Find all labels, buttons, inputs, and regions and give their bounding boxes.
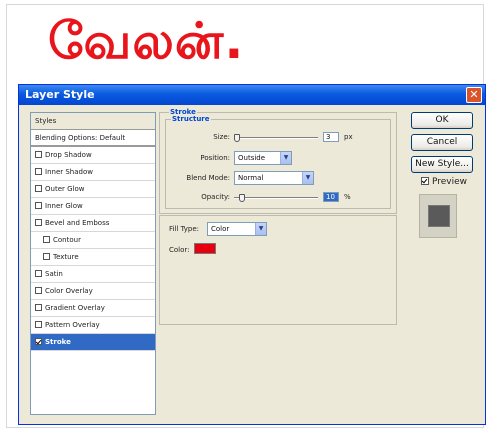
opacity-slider-track[interactable] — [234, 197, 318, 199]
cancel-button[interactable]: Cancel — [411, 134, 473, 151]
structure-group: Structure Size: 3 px Position: Outside ▼… — [165, 115, 391, 209]
color-swatch[interactable] — [194, 243, 216, 254]
fill-type-label: Fill Type: — [169, 225, 200, 233]
stroke-group: Stroke Structure Size: 3 px Position: Ou… — [159, 108, 397, 214]
style-item-label: Color Overlay — [45, 287, 93, 295]
style-checkbox[interactable] — [35, 218, 42, 226]
opacity-unit: % — [344, 193, 351, 201]
blend-mode-label: Blend Mode: — [186, 174, 230, 182]
close-icon: ✕ — [469, 88, 479, 101]
size-label: Size: — [213, 133, 230, 141]
style-item-label: Stroke — [45, 338, 71, 346]
preview-checkbox-box[interactable] — [421, 176, 429, 185]
close-button[interactable]: ✕ — [466, 87, 482, 103]
style-item-contour[interactable]: Contour — [31, 232, 155, 249]
structure-group-title: Structure — [171, 115, 211, 123]
style-item-styles[interactable]: Styles — [31, 113, 155, 130]
title-bar[interactable]: Layer Style ✕ — [19, 85, 485, 105]
style-checkbox[interactable] — [35, 303, 42, 311]
style-item-inner-shadow[interactable]: Inner Shadow — [31, 164, 155, 181]
style-item-pattern-overlay[interactable]: Pattern Overlay — [31, 317, 155, 334]
style-item-label: Contour — [53, 236, 81, 244]
opacity-slider-handle[interactable] — [239, 194, 246, 202]
style-item-label: Texture — [53, 253, 79, 261]
opacity-input[interactable]: 10 — [323, 192, 339, 202]
preview-checkbox[interactable]: Preview — [421, 176, 468, 187]
style-item-texture[interactable]: Texture — [31, 249, 155, 266]
style-item-drop-shadow[interactable]: Drop Shadow — [31, 147, 155, 164]
style-item-label: Gradient Overlay — [45, 304, 105, 312]
blend-mode-value: Normal — [238, 174, 264, 182]
style-item-label: Satin — [45, 270, 63, 278]
ok-button[interactable]: OK — [411, 112, 473, 129]
position-value: Outside — [238, 154, 266, 162]
style-item-label: Inner Glow — [45, 202, 83, 210]
style-item-satin[interactable]: Satin — [31, 266, 155, 283]
style-preview-swatch — [428, 205, 450, 227]
size-unit: px — [344, 133, 353, 141]
style-item-bevel-and-emboss[interactable]: Bevel and Emboss — [31, 215, 155, 232]
style-item-label: Inner Shadow — [45, 168, 93, 176]
style-checkbox[interactable] — [43, 235, 50, 243]
fill-group: Fill Type: Color ▼ Color: — [159, 215, 397, 325]
style-item-label: Drop Shadow — [45, 151, 92, 159]
size-input[interactable]: 3 — [323, 132, 339, 142]
style-item-label: Styles — [35, 117, 57, 125]
style-checkbox[interactable] — [35, 167, 42, 175]
position-label: Position: — [200, 154, 230, 162]
chevron-down-icon: ▼ — [280, 152, 291, 164]
style-checkbox[interactable] — [43, 252, 50, 260]
preview-label: Preview — [432, 177, 468, 187]
style-item-blending-options-default[interactable]: Blending Options: Default — [31, 130, 155, 147]
size-slider-handle[interactable] — [233, 134, 240, 142]
layer-style-dialog: Layer Style ✕ Styles Blending Options: De… — [18, 84, 486, 425]
style-checkbox[interactable] — [35, 320, 42, 328]
style-item-stroke[interactable]: Stroke — [31, 334, 155, 351]
style-checkbox[interactable] — [35, 337, 42, 345]
new-style-button[interactable]: New Style... — [411, 156, 473, 173]
style-item-label: Bevel and Emboss — [45, 219, 110, 227]
style-checkbox[interactable] — [35, 201, 42, 209]
style-checkbox[interactable] — [35, 286, 42, 294]
chevron-down-icon: ▼ — [302, 172, 313, 184]
style-item-label: Pattern Overlay — [45, 321, 100, 329]
opacity-label: Opacity: — [201, 193, 230, 201]
style-checkbox[interactable] — [35, 150, 42, 158]
chevron-down-icon: ▼ — [255, 223, 266, 235]
style-item-gradient-overlay[interactable]: Gradient Overlay — [31, 300, 155, 317]
headline-text: வேலன். — [48, 12, 245, 70]
blend-mode-dropdown[interactable]: Normal ▼ — [234, 171, 314, 185]
style-item-label: Blending Options: Default — [35, 134, 126, 142]
fill-type-value: Color — [211, 225, 230, 233]
style-checkbox[interactable] — [35, 184, 42, 192]
style-item-outer-glow[interactable]: Outer Glow — [31, 181, 155, 198]
style-preview — [419, 194, 457, 238]
position-dropdown[interactable]: Outside ▼ — [234, 151, 292, 165]
styles-list: Styles Blending Options: Default Drop Shad… — [30, 112, 156, 415]
style-item-label: Outer Glow — [45, 185, 85, 193]
size-slider-track[interactable] — [234, 137, 318, 139]
fill-type-dropdown[interactable]: Color ▼ — [207, 222, 267, 236]
dialog-title: Layer Style — [25, 88, 95, 101]
color-label: Color: — [169, 246, 190, 254]
style-item-inner-glow[interactable]: Inner Glow — [31, 198, 155, 215]
style-item-color-overlay[interactable]: Color Overlay — [31, 283, 155, 300]
style-checkbox[interactable] — [35, 269, 42, 277]
